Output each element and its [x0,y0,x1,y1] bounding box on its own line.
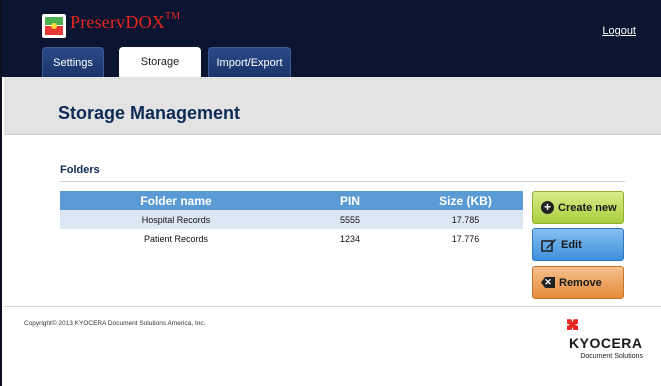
copyright-text: Copyright© 2013 KYOCERA Document Solutio… [24,320,206,327]
edit-button[interactable]: Edit [532,228,624,261]
logout-link[interactable]: Logout [602,25,636,37]
cell-size: 17.785 [451,214,480,225]
kyocera-wordmark: KYOCERA [569,334,643,351]
table-row[interactable]: Patient Records 1234 17.776 [60,229,523,248]
table-header: Folder name PIN Size (KB) [60,191,523,210]
column-header-size[interactable]: Size (KB) [408,194,523,208]
cell-size: 17.776 [451,233,480,244]
tab-import-export[interactable]: Import/Export [208,47,291,77]
brand-name: PreservDOX [70,12,165,32]
edit-pencil-icon [541,238,557,252]
table-row[interactable]: Hospital Records 5555 17.785 [60,210,523,229]
column-header-folder-name[interactable]: Folder name [60,194,292,208]
folders-section-label: Folders [60,164,100,176]
remove-label: Remove [559,276,602,289]
column-header-pin[interactable]: PIN [292,194,408,208]
tab-settings[interactable]: Settings [42,47,104,77]
edit-label: Edit [561,238,582,251]
kyocera-subtitle: Document Solutions [580,353,643,360]
brand-trademark: TM [164,11,181,22]
footer-divider [4,306,661,307]
create-new-button[interactable]: + Create new [532,191,624,224]
cell-folder-name: Patient Records [143,233,209,244]
app-logo-icon [42,14,66,38]
brand-title: PreservDOXTM [70,11,181,33]
cell-pin: 1234 [339,233,361,244]
top-header: PreservDOXTM Logout Settings Storage Imp… [2,0,661,77]
section-divider [60,181,625,182]
remove-x-icon: ✕ [541,277,555,288]
create-new-label: Create new [558,201,617,214]
tab-storage[interactable]: Storage [119,47,201,77]
plus-circle-icon: + [541,201,554,214]
kyocera-logo: KYOCERA Document Solutions [567,316,643,360]
remove-button[interactable]: ✕ Remove [532,266,624,299]
folders-table: Folder name PIN Size (KB) Hospital Recor… [60,191,523,248]
cell-folder-name: Hospital Records [141,214,211,225]
app-frame: PreservDOXTM Logout Settings Storage Imp… [0,0,661,386]
kyocera-mark-icon [567,319,578,331]
title-band: Storage Management [4,77,661,135]
cell-pin: 5555 [339,214,361,225]
page-title: Storage Management [58,103,241,123]
